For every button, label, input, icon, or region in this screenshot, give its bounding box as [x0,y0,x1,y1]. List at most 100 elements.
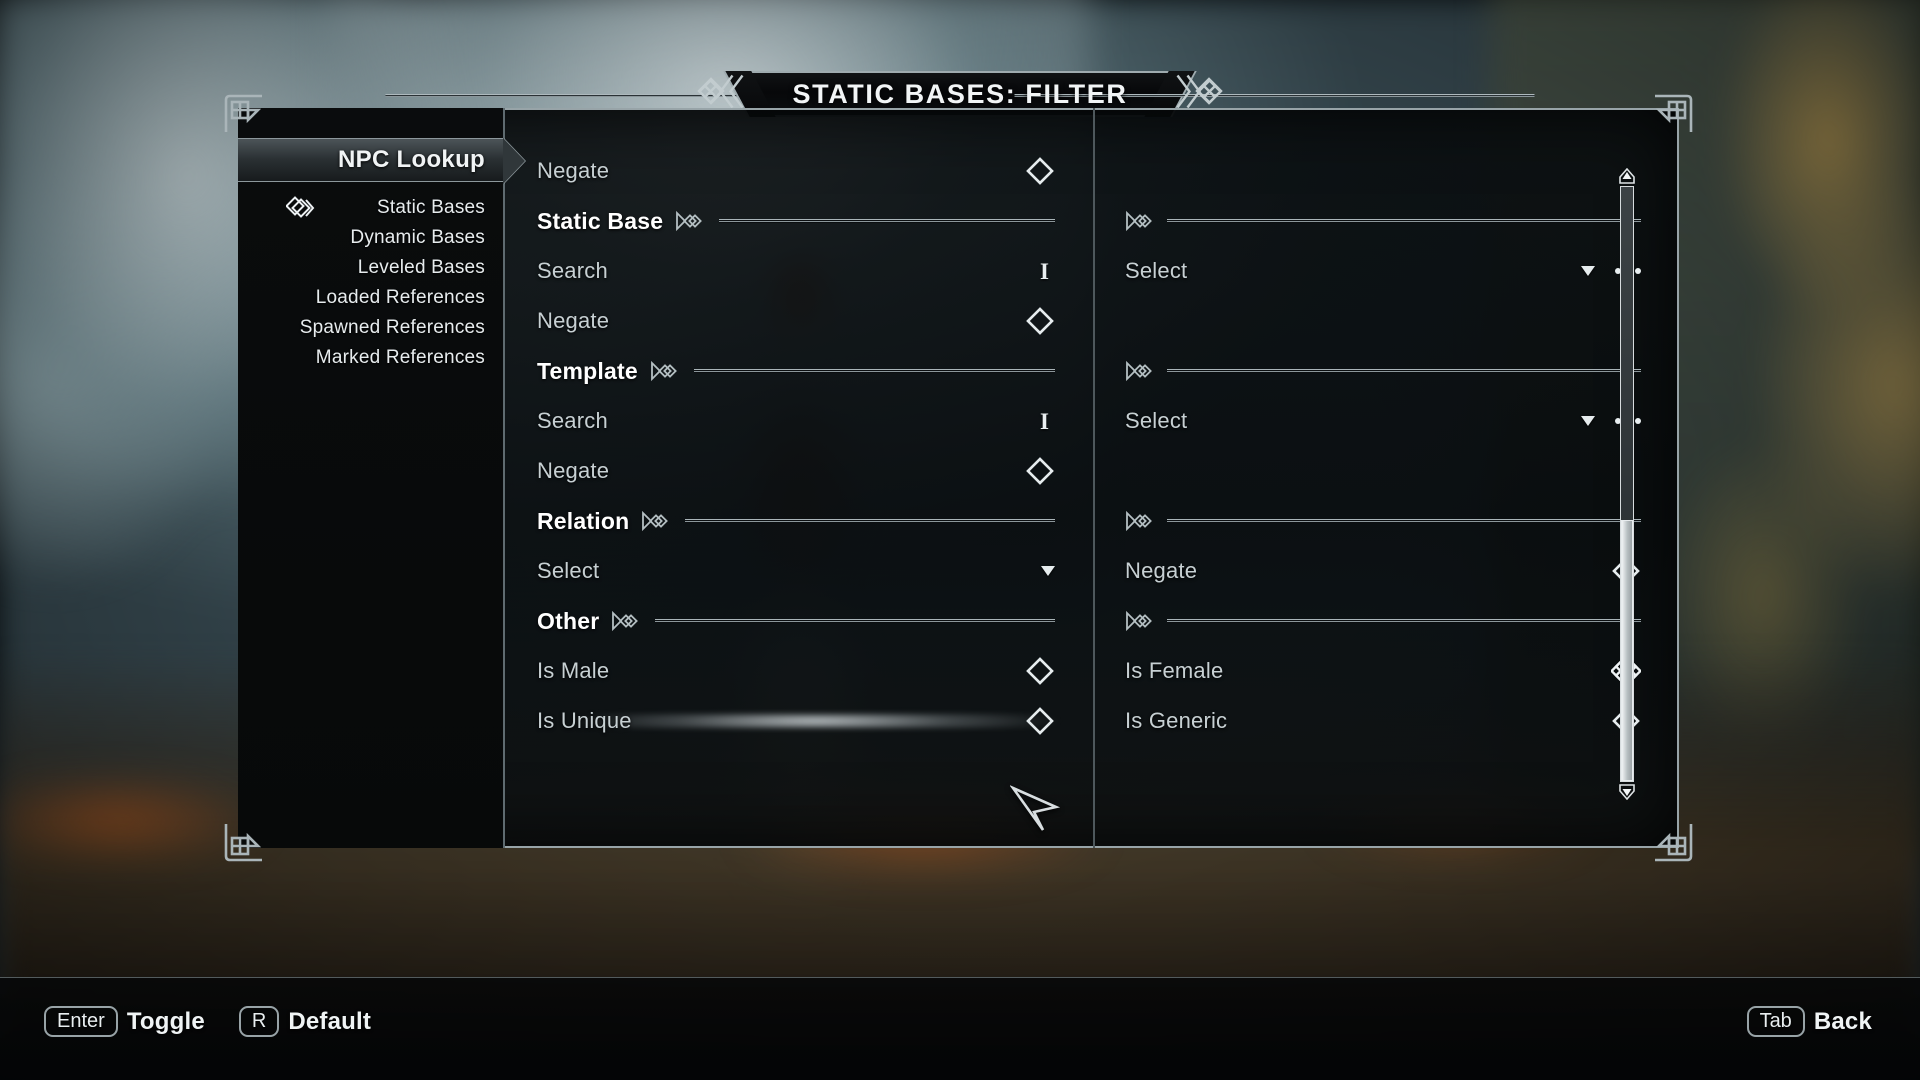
sidebar-item-marked-references[interactable]: Marked References [238,343,503,373]
field-label: Select [1125,408,1188,433]
field-label: Is Male [537,658,610,683]
hud-hint-toggle: Enter Toggle [44,1006,205,1037]
scroll-down-arrow-icon[interactable] [1619,784,1635,801]
field-control[interactable] [1025,306,1055,336]
bottom-hud: Enter Toggle R Default Tab Back [0,977,1920,1080]
diamond-unchecked-icon[interactable] [1025,306,1055,336]
field-control[interactable] [1041,566,1055,576]
field-label: Is Female [1125,658,1224,683]
scrollbar-track[interactable] [1620,186,1634,782]
text-cursor-icon: I [1040,408,1049,434]
field-label: Select [1125,258,1188,283]
field-row-is-female[interactable]: Is Female [1095,646,1679,696]
field-row-is-unique[interactable]: Is Unique [507,696,1093,746]
corner-ornament-top-left-icon [218,88,264,134]
field-row-search[interactable]: Search I [507,396,1093,446]
sidebar-item-leveled-bases[interactable]: Leveled Bases [238,253,503,283]
knot-divider-icon [1125,359,1155,383]
sidebar-item-label: Marked References [315,347,485,368]
section-label: Template [537,357,638,384]
section-divider [1095,346,1679,396]
spacer-row [1095,446,1679,496]
field-control[interactable] [1025,456,1055,486]
knot-divider-icon [1125,609,1155,633]
field-row-select[interactable]: Select [1095,396,1679,446]
section-rule [1167,219,1641,223]
sidebar-item-label: Spawned References [299,317,485,338]
field-control[interactable] [1025,706,1055,736]
knot-divider-icon [675,209,705,233]
hud-action-label: Default [288,1007,372,1035]
sidebar-menu: Static Bases Dynamic Bases Leveled Bases Lo… [238,193,503,373]
hud-hint-back: Tab Back [1746,1006,1872,1037]
corner-ornament-top-right-icon [1653,88,1699,134]
hud-key: R [238,1006,280,1037]
field-control[interactable] [1025,656,1055,686]
section-divider [1095,496,1679,546]
field-row-is-male[interactable]: Is Male [507,646,1093,696]
field-row-negate[interactable]: Negate [507,446,1093,496]
hud-action-label: Back [1813,1007,1872,1035]
diamond-unchecked-icon[interactable] [1025,706,1055,736]
hud-key: Tab [1746,1006,1805,1037]
field-control[interactable] [1025,156,1055,186]
section-label: Other [537,607,600,634]
field-label: Negate [1125,558,1198,583]
diamond-unchecked-icon[interactable] [1025,156,1055,186]
field-label: Is Generic [1125,708,1228,733]
section-header-template: Template [507,346,1093,396]
sidebar-item-static-bases[interactable]: Static Bases [238,193,503,223]
section-rule [693,369,1055,373]
field-row-negate[interactable]: Negate [507,296,1093,346]
knot-marker-icon [286,195,316,221]
field-control[interactable]: I [1034,260,1055,283]
sidebar-header-label: NPC Lookup [338,146,485,173]
vertical-scrollbar[interactable] [1619,167,1635,801]
field-control[interactable]: I [1034,410,1055,433]
corner-ornament-bottom-right-icon [1653,822,1699,868]
field-row-negate[interactable]: Negate [1095,546,1679,596]
field-row-search[interactable]: Search I [507,246,1093,296]
sidebar-item-label: Static Bases [376,197,485,218]
sidebar-item-label: Leveled Bases [357,257,485,278]
section-rule [1167,369,1641,373]
text-cursor-icon: I [1040,258,1049,284]
knot-divider-icon [650,359,680,383]
section-header-static-base: Static Base [507,196,1093,246]
diamond-unchecked-icon[interactable] [1025,456,1055,486]
field-label: Negate [537,458,610,483]
hud-key: Enter [44,1006,118,1037]
sidebar-item-spawned-references[interactable]: Spawned References [238,313,503,343]
section-header-other: Other [507,596,1093,646]
hud-hints-left: Enter Toggle R Default [44,1006,371,1037]
field-label: Search [537,408,608,433]
section-rule [1167,619,1641,623]
scroll-up-arrow-icon[interactable] [1619,167,1635,184]
field-row-select[interactable]: Select [1095,246,1679,296]
field-label: Is Unique [537,708,632,733]
sidebar-item-label: Loaded References [315,287,485,308]
sidebar-item-loaded-references[interactable]: Loaded References [238,283,503,313]
field-label: Search [537,258,608,283]
filter-column-left: Negate Static Base Search I Negate Template Se… [507,108,1095,848]
knot-divider-icon [641,509,671,533]
section-divider [1095,596,1679,646]
hud-action-label: Toggle [126,1007,205,1035]
caret-down-icon [1041,566,1055,576]
section-rule [655,619,1055,623]
section-rule [685,519,1055,523]
sidebar-item-label: Dynamic Bases [350,227,485,248]
field-row-is-generic[interactable]: Is Generic [1095,696,1679,746]
field-row-select[interactable]: Select [507,546,1093,596]
spacer-row [1095,146,1679,196]
mouse-cursor-icon [1009,784,1064,838]
section-header-relation: Relation [507,496,1093,546]
sidebar-item-dynamic-bases[interactable]: Dynamic Bases [238,223,503,253]
spacer-row [1095,296,1679,346]
knot-divider-icon [1125,509,1155,533]
field-row-negate[interactable]: Negate [507,146,1093,196]
diamond-unchecked-icon[interactable] [1025,656,1055,686]
section-label: Relation [537,507,630,534]
sidebar-header[interactable]: NPC Lookup [238,138,503,182]
scrollbar-thumb[interactable] [1621,519,1633,781]
